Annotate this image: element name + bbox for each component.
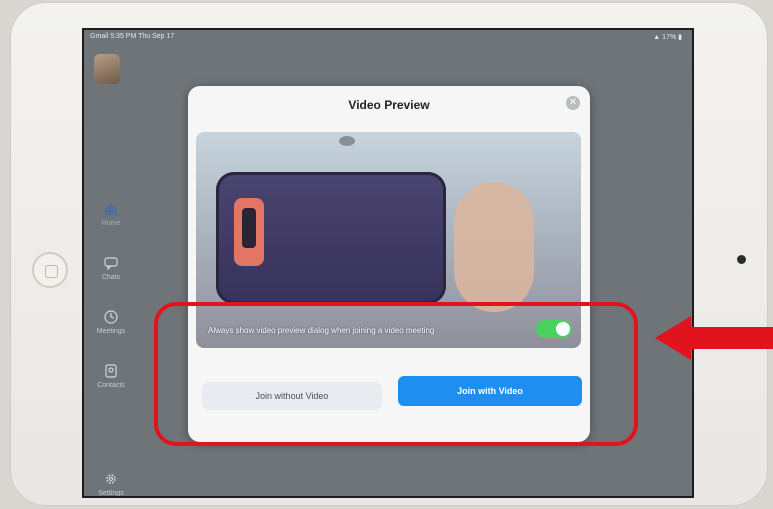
gear-icon (106, 474, 116, 484)
sidebar-item-label: Home (101, 220, 121, 227)
sidebar-item-contacts[interactable]: Contacts (88, 364, 134, 389)
sidebar-item-meetings[interactable]: Meetings (88, 310, 134, 335)
hardware-home-button[interactable] (32, 252, 68, 288)
avatar[interactable] (94, 54, 120, 84)
status-bar: Gmail 5:35 PM Thu Sep 17 ▲ 17% ▮ (84, 30, 692, 44)
sidebar-item-home[interactable]: Home (88, 202, 134, 227)
sidebar-item-chats[interactable]: Chats (88, 256, 134, 281)
front-camera (737, 255, 746, 264)
contacts-icon (105, 364, 117, 378)
sidebar-item-label: Meetings (96, 328, 126, 335)
sidebar-item-label: Contacts (97, 382, 125, 389)
annotation-arrow-icon (655, 316, 773, 360)
sidebar-item-label: Chats (101, 274, 121, 281)
battery-icon: ▮ (678, 34, 682, 41)
dialog-title: Video Preview (348, 98, 430, 112)
sidebar-item-label: Settings (98, 490, 124, 497)
home-icon (105, 203, 117, 215)
close-icon[interactable]: ✕ (566, 96, 580, 110)
status-time: Gmail 5:35 PM Thu Sep 17 (90, 33, 175, 40)
ceiling-light (339, 136, 355, 146)
clock-icon (104, 310, 118, 324)
chat-icon (104, 257, 118, 270)
hand-in-preview (454, 182, 534, 312)
status-battery: ▲ 17% ▮ (653, 33, 682, 41)
battery-percent: 17% (662, 34, 677, 41)
sidebar: Home Chats Meetings Contacts Settings (84, 44, 138, 497)
phone-camera-bump (234, 198, 264, 266)
sidebar-item-settings[interactable]: Settings (88, 472, 134, 497)
annotation-highlight-box (154, 302, 638, 446)
wifi-icon: ▲ (653, 34, 661, 41)
